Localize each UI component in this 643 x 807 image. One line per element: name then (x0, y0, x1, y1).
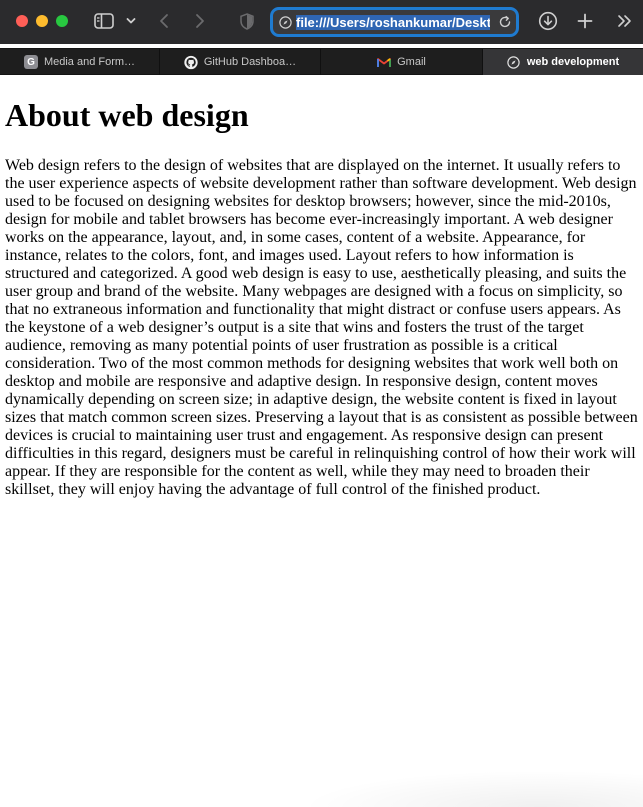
google-favicon-icon: G (23, 55, 38, 69)
download-icon[interactable] (538, 10, 558, 32)
new-tab-icon[interactable] (576, 10, 594, 32)
browser-toolbar: file:///Users/roshankumar/Deskto (0, 0, 643, 44)
back-icon[interactable] (156, 10, 172, 32)
shield-icon[interactable] (239, 10, 255, 32)
more-tabs-icon[interactable] (616, 10, 634, 32)
minimize-window-button[interactable] (36, 15, 48, 27)
web-page: About web design Web design refers to th… (0, 76, 643, 807)
body-paragraph: Web design refers to the design of websi… (5, 157, 638, 498)
tab-label: GitHub Dashboa… (203, 56, 297, 68)
chevron-down-icon[interactable] (124, 10, 138, 32)
reload-icon[interactable] (498, 15, 512, 29)
sidebar-icon[interactable] (93, 10, 115, 32)
compass-icon (507, 55, 521, 69)
gmail-icon (377, 55, 392, 69)
maximize-window-button[interactable] (56, 15, 68, 27)
tab-media-and-forms[interactable]: G Media and Form… (0, 49, 160, 75)
tab-label: Gmail (397, 56, 426, 68)
url-value: file:///Users/roshankumar/Deskto (296, 15, 490, 30)
url-text[interactable]: file:///Users/roshankumar/Deskto (296, 14, 490, 31)
tab-web-development[interactable]: web development (483, 49, 643, 75)
tab-gmail[interactable]: Gmail (321, 49, 483, 75)
tab-github-dashboard[interactable]: GitHub Dashboa… (160, 49, 321, 75)
close-window-button[interactable] (16, 15, 28, 27)
tab-bar: G Media and Form… GitHub Dashboa… Gmail … (0, 48, 643, 75)
tab-label: web development (526, 56, 620, 68)
github-icon (184, 55, 198, 69)
tab-label: Media and Form… (43, 56, 136, 68)
page-heading: About web design (5, 97, 249, 133)
address-bar[interactable]: file:///Users/roshankumar/Deskto (270, 7, 519, 37)
forward-icon[interactable] (192, 10, 208, 32)
compass-icon (279, 16, 292, 29)
